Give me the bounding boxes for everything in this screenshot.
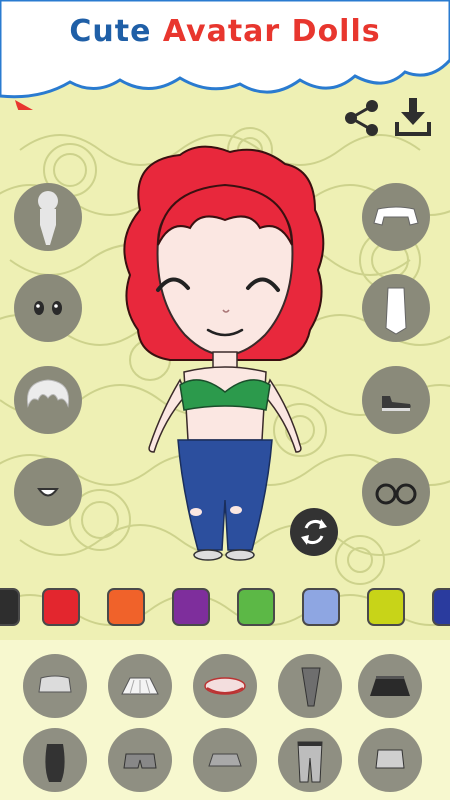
color-swatch-green[interactable] bbox=[237, 588, 275, 626]
download-button[interactable] bbox=[393, 96, 433, 138]
glasses-tool-button[interactable] bbox=[362, 458, 430, 526]
mouth-tool-button[interactable] bbox=[14, 458, 82, 526]
color-swatch-navy[interactable] bbox=[432, 588, 450, 626]
color-palette bbox=[0, 588, 450, 632]
crop-top-icon bbox=[373, 206, 419, 226]
hair-icon bbox=[26, 379, 70, 408]
color-swatch-orange[interactable] bbox=[107, 588, 145, 626]
color-swatch-black[interactable] bbox=[0, 588, 20, 626]
crop-top-icon bbox=[38, 675, 72, 693]
avatar-doll bbox=[123, 145, 325, 561]
black-ruffle-skirt-icon bbox=[370, 676, 410, 696]
glasses-icon bbox=[375, 483, 417, 505]
crop-top-item[interactable] bbox=[23, 654, 87, 718]
share-icon bbox=[345, 100, 378, 136]
shoes-tool-button[interactable] bbox=[362, 366, 430, 434]
right-foot bbox=[225, 549, 255, 561]
color-swatch-lime[interactable] bbox=[367, 588, 405, 626]
eyes-tool-button[interactable] bbox=[14, 274, 82, 342]
color-swatch-red[interactable] bbox=[42, 588, 80, 626]
gray-mini-skirt-icon bbox=[208, 753, 242, 767]
pencil-skirt-item[interactable] bbox=[278, 654, 342, 718]
download-icon bbox=[395, 98, 431, 136]
top-tool-button[interactable] bbox=[362, 183, 430, 251]
dark-dress-icon bbox=[45, 744, 65, 782]
hair-tool-button[interactable] bbox=[14, 366, 82, 434]
gray-skirt-icon bbox=[375, 749, 405, 769]
left-foot bbox=[193, 549, 223, 561]
gray-mini-skirt-item[interactable] bbox=[193, 728, 257, 792]
header: Cute Avatar Dolls bbox=[0, 0, 450, 136]
shuffle-icon bbox=[301, 519, 327, 545]
red-white-skirt-item[interactable] bbox=[193, 654, 257, 718]
share-button[interactable] bbox=[342, 98, 382, 138]
shuffle-button[interactable] bbox=[290, 508, 338, 556]
ripped-jeans-icon bbox=[297, 741, 323, 783]
app-title: Cute Avatar Dolls bbox=[69, 13, 381, 50]
gray-skirt-item[interactable] bbox=[358, 728, 422, 792]
pleated-skirt-icon bbox=[121, 677, 159, 695]
skirt-tool-button[interactable] bbox=[362, 274, 430, 342]
dark-dress-item[interactable] bbox=[23, 728, 87, 792]
pleated-skirt-item[interactable] bbox=[108, 654, 172, 718]
body-tool-button[interactable] bbox=[14, 183, 82, 251]
ripped-jeans-item[interactable] bbox=[278, 728, 342, 792]
red-white-skirt-icon bbox=[204, 677, 246, 695]
gray-shorts-item[interactable] bbox=[108, 728, 172, 792]
items-drawer bbox=[0, 640, 450, 800]
shoes-icon bbox=[382, 396, 411, 411]
black-ruffle-skirt-item[interactable] bbox=[358, 654, 422, 718]
jeans bbox=[177, 439, 273, 551]
gray-shorts-icon bbox=[123, 753, 157, 769]
color-swatch-light-blue[interactable] bbox=[302, 588, 340, 626]
color-swatch-purple[interactable] bbox=[172, 588, 210, 626]
eyes-icon bbox=[34, 301, 62, 315]
body-icon bbox=[38, 191, 58, 245]
skirt-icon bbox=[385, 287, 407, 335]
pencil-skirt-icon bbox=[301, 667, 321, 707]
mouth-icon bbox=[37, 488, 59, 497]
